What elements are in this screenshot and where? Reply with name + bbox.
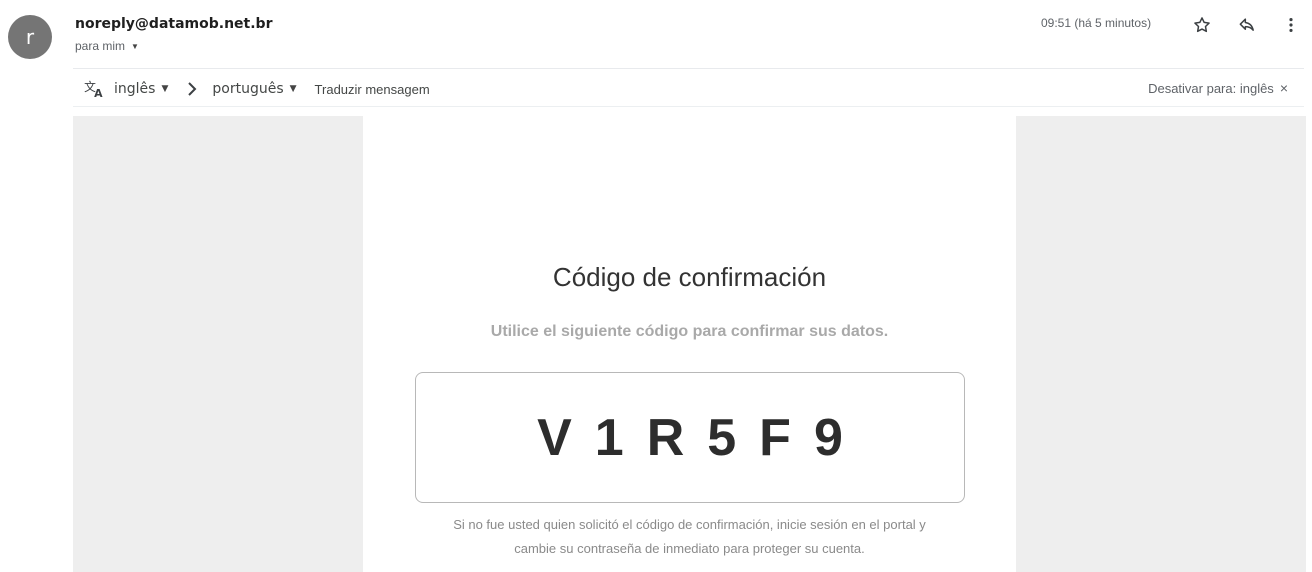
disable-translation-label: Desativar para: inglês [1148, 80, 1274, 96]
target-language-label: português [212, 81, 284, 97]
target-language-select[interactable]: português ▼ [212, 81, 296, 97]
security-note: Si no fue usted quien solicitó el código… [363, 513, 1016, 561]
more-vert-icon[interactable] [1278, 12, 1304, 38]
caret-down-icon: ▼ [131, 41, 139, 51]
header-divider [73, 68, 1304, 69]
email-title: Código de confirmación [552, 262, 827, 292]
sender-email[interactable]: noreply@datamob.net.br [75, 16, 272, 32]
svg-text:A: A [94, 87, 103, 99]
translate-bar-divider [73, 106, 1304, 107]
email-time: 09:51 (há 5 minutos) [1041, 16, 1152, 30]
avatar[interactable]: r [8, 15, 52, 59]
close-icon[interactable]: × [1280, 80, 1288, 96]
recipient-dropdown[interactable]: para mim ▼ [75, 39, 139, 53]
caret-down-icon: ▼ [161, 84, 169, 94]
translate-message-link[interactable]: Traduzir mensagem [315, 82, 430, 97]
caret-down-icon: ▼ [289, 84, 297, 94]
source-language-label: inglês [114, 81, 156, 97]
translate-icon: 文 A [84, 79, 106, 99]
reply-icon[interactable] [1234, 12, 1260, 38]
chevron-right-icon [186, 81, 198, 97]
recipient-label: para mim [75, 39, 126, 53]
email-subtitle: Utilice el siguiente código para confirm… [490, 323, 889, 340]
email-card [363, 116, 1016, 572]
security-note-line-1: Si no fue usted quien solicitó el código… [453, 517, 926, 532]
source-language-select[interactable]: inglês ▼ [114, 81, 168, 97]
confirmation-code: V1R5F9 [537, 408, 866, 467]
confirmation-code-box: V1R5F9 [415, 372, 965, 503]
disable-translation-button[interactable]: Desativar para: inglês × [1148, 80, 1288, 96]
security-note-line-2: cambie su contraseña de inmediato para p… [514, 541, 865, 556]
star-icon[interactable] [1189, 12, 1215, 38]
translate-bar: 文 A inglês ▼ português ▼ Traduzir mensag… [84, 78, 430, 100]
